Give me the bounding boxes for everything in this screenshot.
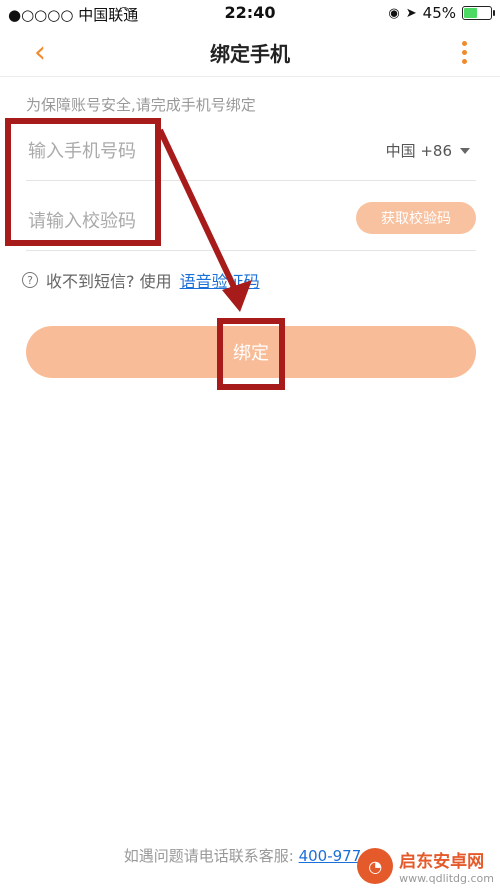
- battery-percent: 45%: [422, 4, 456, 22]
- more-dot: [461, 58, 467, 64]
- watermark-logo-icon: ◔: [357, 848, 394, 884]
- watermark: ◔ 启东安卓网 www.qdlitdg.com: [357, 847, 494, 885]
- battery-fill: [464, 8, 477, 18]
- battery-icon: [462, 6, 495, 20]
- question-icon: ?: [22, 272, 38, 288]
- nav-bar: ‹ 绑定手机: [0, 28, 500, 77]
- country-code-selector[interactable]: 中国 +86: [386, 140, 470, 161]
- more-dot: [461, 49, 467, 55]
- get-code-button[interactable]: 获取校验码: [356, 202, 476, 234]
- status-right: ◉ ➤ 45%: [388, 4, 495, 22]
- annotation-box-inputs: [5, 118, 161, 246]
- annotation-box-bind: [217, 318, 285, 390]
- more-menu-button[interactable]: [452, 34, 476, 70]
- watermark-name: 启东安卓网: [399, 852, 485, 872]
- security-hint: 为保障账号安全,请完成手机号绑定: [26, 96, 256, 114]
- caret-down-icon: [460, 147, 470, 154]
- page-title: 绑定手机: [210, 42, 290, 66]
- country-code-label: 中国 +86: [385, 142, 452, 160]
- sms-help-text: 收不到短信? 使用: [46, 272, 172, 291]
- status-bar: ●○○○○ 中国联通 ◠ 22:40 ◉ ➤ 45%: [0, 0, 500, 28]
- more-dot: [461, 40, 467, 46]
- footer-text: 如遇问题请电话联系客服:: [123, 847, 294, 865]
- sms-help: ? 收不到短信? 使用 语音验证码: [22, 268, 260, 292]
- location-icon: ➤: [405, 5, 417, 21]
- orientation-lock-icon: ◉: [388, 5, 400, 21]
- watermark-url: www.qdlitdg.com: [399, 872, 494, 885]
- voice-code-link[interactable]: 语音验证码: [180, 268, 260, 292]
